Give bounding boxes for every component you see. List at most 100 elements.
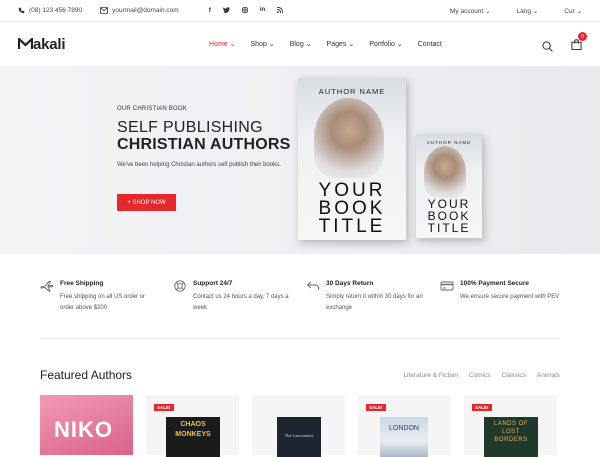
chevron-down-icon: ⌄ <box>229 41 236 48</box>
site-logo[interactable]: akali <box>18 35 66 53</box>
phone-contact[interactable]: (08) 123 456 7890 <box>18 7 82 14</box>
account-dropdown[interactable]: My account ⌄ <box>450 7 491 15</box>
tab-comics[interactable]: Comics <box>469 372 491 379</box>
nav-portfolio-label: Portfolio <box>369 41 395 48</box>
hero-description: We've been helping Christian authors sel… <box>117 162 281 168</box>
chevron-down-icon: ⌄ <box>396 41 403 48</box>
feature-title: 100% Payment Secure <box>460 280 530 287</box>
logo-text: akali <box>33 35 66 53</box>
phone-icon <box>18 7 25 14</box>
hero-banner: OUR CHRISTIAN BOOK SELF PUBLISHING CHRIS… <box>0 66 600 254</box>
nav-contact[interactable]: Contact <box>418 41 442 48</box>
nav-portfolio[interactable]: Portfolio ⌄ <box>369 40 403 48</box>
twitter-icon[interactable] <box>222 6 230 15</box>
product-card[interactable]: SALE! CHAOS MONKEYS <box>146 395 239 457</box>
product-card[interactable]: NIKO <box>40 395 133 455</box>
hero-book-large: AUTHOR NAME YOUR BOOK TITLE <box>298 78 406 240</box>
tab-literature-fiction[interactable]: Literature & Fiction <box>403 372 458 379</box>
london-title: LONDON <box>389 425 419 432</box>
chevron-down-icon: ⌄ <box>305 41 312 48</box>
feature-title: Support 24/7 <box>193 280 233 287</box>
currency-label: Cur <box>564 7 575 15</box>
book-cover-niko: NIKO <box>40 395 133 455</box>
sale-badge: SALE! <box>472 404 492 411</box>
lands-lost-borders-title: LANDS OF LOST BORDERS <box>493 421 528 443</box>
feature-desc: We ensure secure payment with PEV <box>460 294 560 300</box>
cart-count-badge: 0 <box>578 32 587 41</box>
nav-pages[interactable]: Pages ⌄ <box>327 40 355 48</box>
nav-home[interactable]: Home ⌄ <box>209 40 236 48</box>
feature-desc: Free shipping on all US order or order a… <box>60 294 146 311</box>
lang-label: Lang <box>516 7 531 15</box>
chevron-down-icon: ⌄ <box>485 7 491 15</box>
feature-desc: Contact us 24 hours a day, 7 days a week <box>193 294 289 311</box>
nav-blog[interactable]: Blog ⌄ <box>290 40 312 48</box>
feature-desc: Simply return it within 30 days for an e… <box>326 294 423 311</box>
features-row: Free Shipping Free shipping on all US or… <box>0 278 600 338</box>
hero-subtitle: OUR CHRISTIAN BOOK <box>117 106 187 112</box>
book-cover-london: LONDON <box>380 417 428 457</box>
email-contact[interactable]: yourmail@domain.com <box>100 7 179 14</box>
product-card[interactable]: The Laocoonets <box>252 395 345 457</box>
book-author-name: AUTHOR NAME <box>318 87 386 96</box>
section-divider <box>40 338 560 339</box>
book-cover-figure <box>424 146 466 198</box>
top-bar: (08) 123 456 7890 yourmail@domain.com f … <box>0 0 600 22</box>
main-nav: Home ⌄ Shop ⌄ Blog ⌄ Pages ⌄ Portfolio ⌄… <box>209 22 442 66</box>
niko-title: NIKO <box>54 417 113 442</box>
featured-products: NIKO SALE! CHAOS MONKEYS The Laocoonets … <box>40 395 560 457</box>
card-icon <box>440 281 454 291</box>
featured-authors-title: Featured Authors <box>40 368 133 382</box>
chevron-down-icon: ⌄ <box>348 41 355 48</box>
hero-title-line2: CHRISTIAN AUTHORS <box>117 136 291 153</box>
book-cover-laocoonets: The Laocoonets <box>277 417 321 457</box>
chevron-down-icon: ⌄ <box>268 41 275 48</box>
product-card[interactable]: SALE! LANDS OF LOST BORDERS <box>464 395 557 457</box>
instagram-icon[interactable] <box>241 6 248 15</box>
currency-dropdown[interactable]: Cur ⌄ <box>564 7 582 15</box>
plane-icon <box>40 281 54 292</box>
sale-badge: SALE! <box>366 404 386 411</box>
feature-title: Free Shipping <box>60 280 104 287</box>
nav-shop-label: Shop <box>250 41 267 48</box>
book-cover-chaos-monkeys: CHAOS MONKEYS <box>166 417 220 457</box>
sale-badge: SALE! <box>154 404 174 411</box>
hero-book-small: AUTHOR NAME YOUR BOOK TITLE <box>416 134 482 238</box>
main-header: akali Home ⌄ Shop ⌄ Blog ⌄ Pages ⌄ Portf… <box>0 22 600 66</box>
book-cover-figure <box>314 98 384 178</box>
book-title-small-line3: TITLE <box>427 221 471 235</box>
featured-tabs: Literature & Fiction Comics Classics Ani… <box>403 372 560 379</box>
tab-animals[interactable]: Animals <box>537 372 560 379</box>
search-icon[interactable] <box>542 40 553 52</box>
rss-icon[interactable] <box>277 6 284 15</box>
facebook-icon[interactable]: f <box>209 7 211 15</box>
shop-now-button[interactable]: + SHOP NOW <box>117 194 176 211</box>
social-links: f in <box>209 6 284 15</box>
laocoonets-title: The Laocoonets <box>284 433 314 438</box>
lang-dropdown[interactable]: Lang ⌄ <box>517 7 539 15</box>
nav-home-label: Home <box>209 41 228 48</box>
linkedin-icon[interactable]: in <box>260 7 265 15</box>
nav-pages-label: Pages <box>326 41 347 48</box>
chaos-monkeys-title: CHAOS MONKEYS <box>175 421 211 438</box>
tab-classics[interactable]: Classics <box>502 372 526 379</box>
book-author-name-small: AUTHOR NAME <box>426 140 472 145</box>
nav-blog-label: Blog <box>289 41 304 48</box>
chevron-down-icon: ⌄ <box>576 7 582 15</box>
nav-contact-label: Contact <box>417 40 442 48</box>
lifebuoy-icon <box>174 280 186 292</box>
book-title-line3: TITLE <box>318 216 386 237</box>
chevron-down-icon: ⌄ <box>532 7 539 15</box>
cart-button[interactable]: 0 <box>571 32 587 55</box>
phone-number: (08) 123 456 7890 <box>29 7 83 14</box>
account-label: My account <box>450 7 484 15</box>
mail-icon <box>100 7 109 14</box>
email-address: yourmail@domain.com <box>112 7 179 14</box>
book-cover-lands-lost-borders: LANDS OF LOST BORDERS <box>484 417 538 457</box>
logo-m-mark <box>18 38 33 49</box>
nav-shop[interactable]: Shop ⌄ <box>251 40 275 48</box>
hero-title-line1: SELF PUBLISHING <box>117 119 263 136</box>
return-icon <box>306 281 319 290</box>
product-card[interactable]: SALE! LONDON <box>358 395 451 457</box>
feature-title: 30 Days Return <box>326 280 374 287</box>
